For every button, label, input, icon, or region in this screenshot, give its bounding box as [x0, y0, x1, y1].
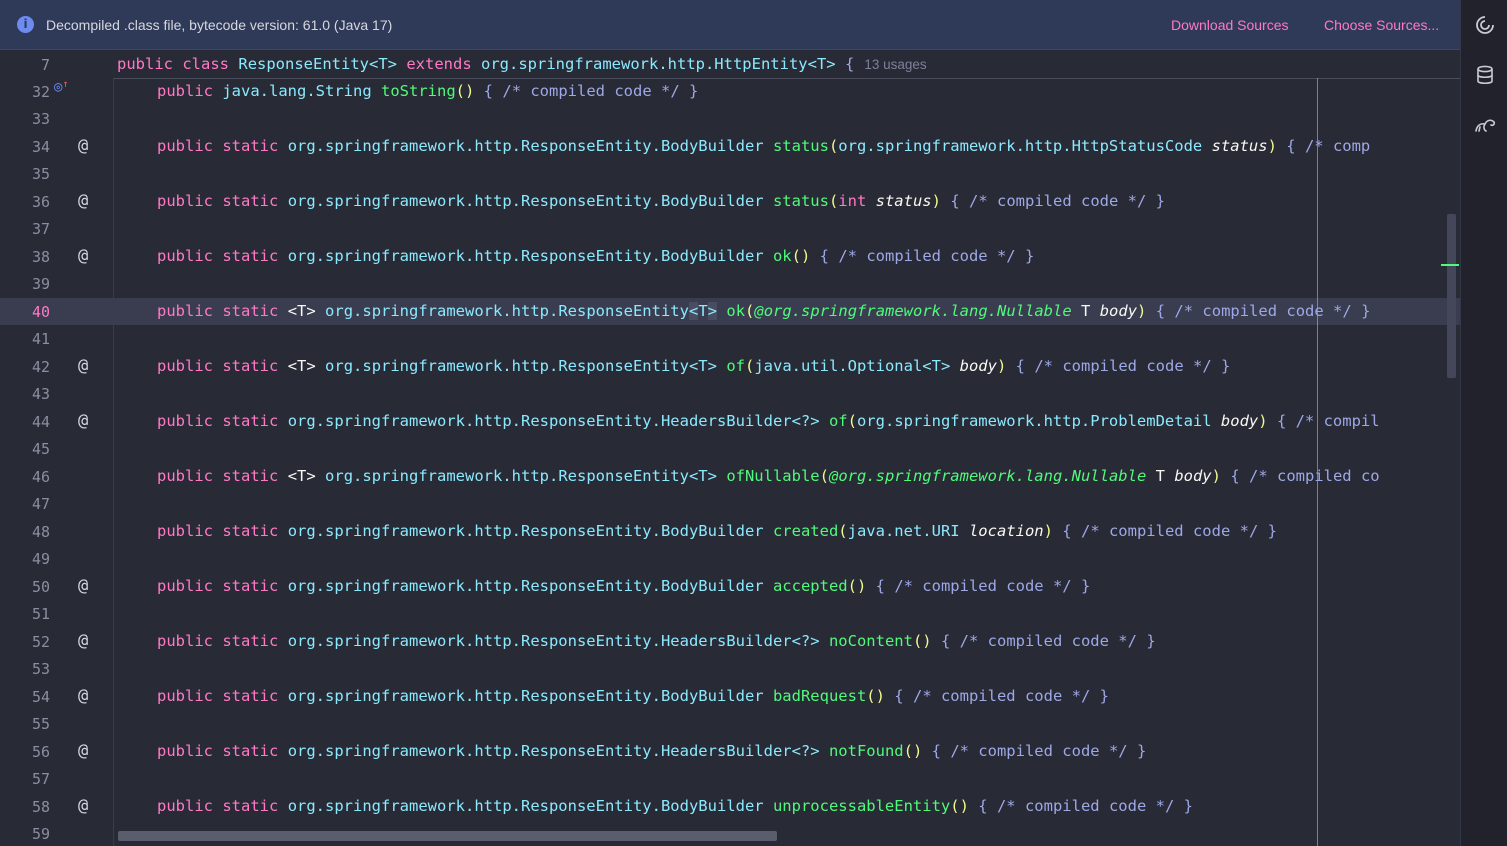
line-number: 57 [31, 770, 50, 788]
line-number: 34 [31, 138, 50, 156]
line-number: 58 [31, 798, 50, 816]
annotation-gutter-icon[interactable]: @ [78, 686, 88, 706]
line-number: 35 [31, 165, 50, 183]
usages-hint[interactable]: 13 usages [864, 57, 926, 72]
annotation-gutter-icon[interactable]: @ [78, 246, 88, 266]
change-marker [1441, 264, 1459, 266]
code-line[interactable]: 34 @ public static org.springframework.h… [0, 133, 1460, 160]
code-line[interactable]: 42 @ public static <T> org.springframewo… [0, 353, 1460, 380]
line-number: 38 [31, 248, 50, 266]
annotation-gutter-icon[interactable]: @ [78, 191, 88, 211]
overrides-method-icon[interactable]: ◎↑ [54, 79, 68, 95]
method-declaration: public java.lang.String toString() { /* … [157, 82, 699, 100]
method-declaration: public static org.springframework.http.R… [157, 687, 1109, 705]
code-line[interactable]: 54 @ public static org.springframework.h… [0, 683, 1460, 710]
code-line[interactable]: 35 [0, 160, 1460, 187]
class-declaration: public class ResponseEntity<T> extends o… [117, 55, 927, 73]
code-line[interactable]: 32 ◎↑ public java.lang.String toString()… [0, 78, 1460, 105]
method-declaration: public static org.springframework.http.R… [157, 632, 1156, 650]
method-declaration: public static <T> org.springframework.ht… [157, 357, 1231, 375]
line-number: 41 [31, 330, 50, 348]
line-number: 36 [31, 193, 50, 211]
right-margin-guide [1317, 78, 1318, 846]
code-line[interactable]: 55 [0, 710, 1460, 737]
code-line[interactable]: 48 public static org.springframework.htt… [0, 518, 1460, 545]
decompiled-info-banner: i Decompiled .class file, bytecode versi… [0, 0, 1460, 50]
line-number: 37 [31, 220, 50, 238]
code-line[interactable]: 58 @ public static org.springframework.h… [0, 793, 1460, 820]
code-line[interactable]: 38 @ public static org.springframework.h… [0, 243, 1460, 270]
code-line[interactable]: 53 [0, 655, 1460, 682]
code-line[interactable]: 46 public static <T> org.springframework… [0, 463, 1460, 490]
banner-message: Decompiled .class file, bytecode version… [46, 17, 393, 33]
code-line[interactable]: 33 [0, 105, 1460, 132]
code-line[interactable]: 47 [0, 490, 1460, 517]
method-declaration: public static org.springframework.http.R… [157, 412, 1380, 430]
annotation-gutter-icon[interactable]: @ [78, 796, 88, 816]
code-line[interactable]: 45 [0, 435, 1460, 462]
method-declaration: public static <T> org.springframework.ht… [157, 467, 1380, 485]
line-number: 40 [31, 303, 50, 321]
database-icon[interactable] [1474, 64, 1496, 86]
line-number: 43 [31, 385, 50, 403]
method-declaration: public static <T> org.springframework.ht… [157, 302, 1371, 320]
code-line[interactable]: 49 [0, 545, 1460, 572]
code-line[interactable]: 36 @ public static org.springframework.h… [0, 188, 1460, 215]
code-line[interactable]: 52 @ public static org.springframework.h… [0, 628, 1460, 655]
line-number: 32 [31, 83, 50, 101]
code-line[interactable]: 56 @ public static org.springframework.h… [0, 738, 1460, 765]
line-number: 33 [31, 110, 50, 128]
method-declaration: public static org.springframework.http.R… [157, 137, 1371, 155]
code-line[interactable]: 51 [0, 600, 1460, 627]
annotation-gutter-icon[interactable]: @ [78, 411, 88, 431]
line-number: 50 [31, 578, 50, 596]
line-number: 42 [31, 358, 50, 376]
line-number: 51 [31, 605, 50, 623]
line-number: 47 [31, 495, 50, 513]
annotation-gutter-icon[interactable]: @ [78, 576, 88, 596]
method-declaration: public static org.springframework.http.R… [157, 797, 1193, 815]
line-number: 44 [31, 413, 50, 431]
line-number: 59 [31, 825, 50, 843]
code-line[interactable]: 37 [0, 215, 1460, 242]
right-tool-window-bar [1460, 0, 1507, 846]
code-editor[interactable]: 32 ◎↑ public java.lang.String toString()… [0, 78, 1460, 846]
line-number: 55 [31, 715, 50, 733]
line-number: 45 [31, 440, 50, 458]
code-line[interactable]: 41 [0, 325, 1460, 352]
code-line[interactable]: 39 [0, 270, 1460, 297]
vertical-scrollbar[interactable] [1447, 214, 1456, 378]
line-number: 49 [31, 550, 50, 568]
code-line[interactable]: 43 [0, 380, 1460, 407]
line-number: 48 [31, 523, 50, 541]
annotation-gutter-icon[interactable]: @ [78, 136, 88, 156]
horizontal-scrollbar[interactable] [118, 831, 777, 841]
method-declaration: public static org.springframework.http.R… [157, 522, 1277, 540]
info-icon: i [17, 16, 34, 33]
code-line[interactable]: 57 [0, 765, 1460, 792]
method-declaration: public static org.springframework.http.R… [157, 577, 1091, 595]
line-number: 56 [31, 743, 50, 761]
gradle-elephant-icon[interactable] [1474, 114, 1496, 136]
code-line[interactable]: 44 @ public static org.springframework.h… [0, 408, 1460, 435]
method-declaration: public static org.springframework.http.R… [157, 742, 1147, 760]
line-number: 46 [31, 468, 50, 486]
choose-sources-link[interactable]: Choose Sources... [1324, 17, 1439, 33]
annotation-gutter-icon[interactable]: @ [78, 631, 88, 651]
line-number: 52 [31, 633, 50, 651]
download-sources-link[interactable]: Download Sources [1171, 17, 1289, 33]
sticky-class-header[interactable]: 7 public class ResponseEntity<T> extends… [0, 51, 1460, 79]
method-declaration: public static org.springframework.http.R… [157, 247, 1035, 265]
line-number: 53 [31, 660, 50, 678]
line-number: 7 [40, 56, 50, 74]
line-number: 39 [31, 275, 50, 293]
method-declaration: public static org.springframework.http.R… [157, 192, 1166, 210]
annotation-gutter-icon[interactable]: @ [78, 356, 88, 376]
code-line[interactable]: 50 @ public static org.springframework.h… [0, 573, 1460, 600]
annotation-gutter-icon[interactable]: @ [78, 741, 88, 761]
ai-assistant-icon[interactable] [1474, 14, 1496, 36]
line-number: 54 [31, 688, 50, 706]
current-code-line[interactable]: 40 public static <T> org.springframework… [0, 298, 1460, 325]
